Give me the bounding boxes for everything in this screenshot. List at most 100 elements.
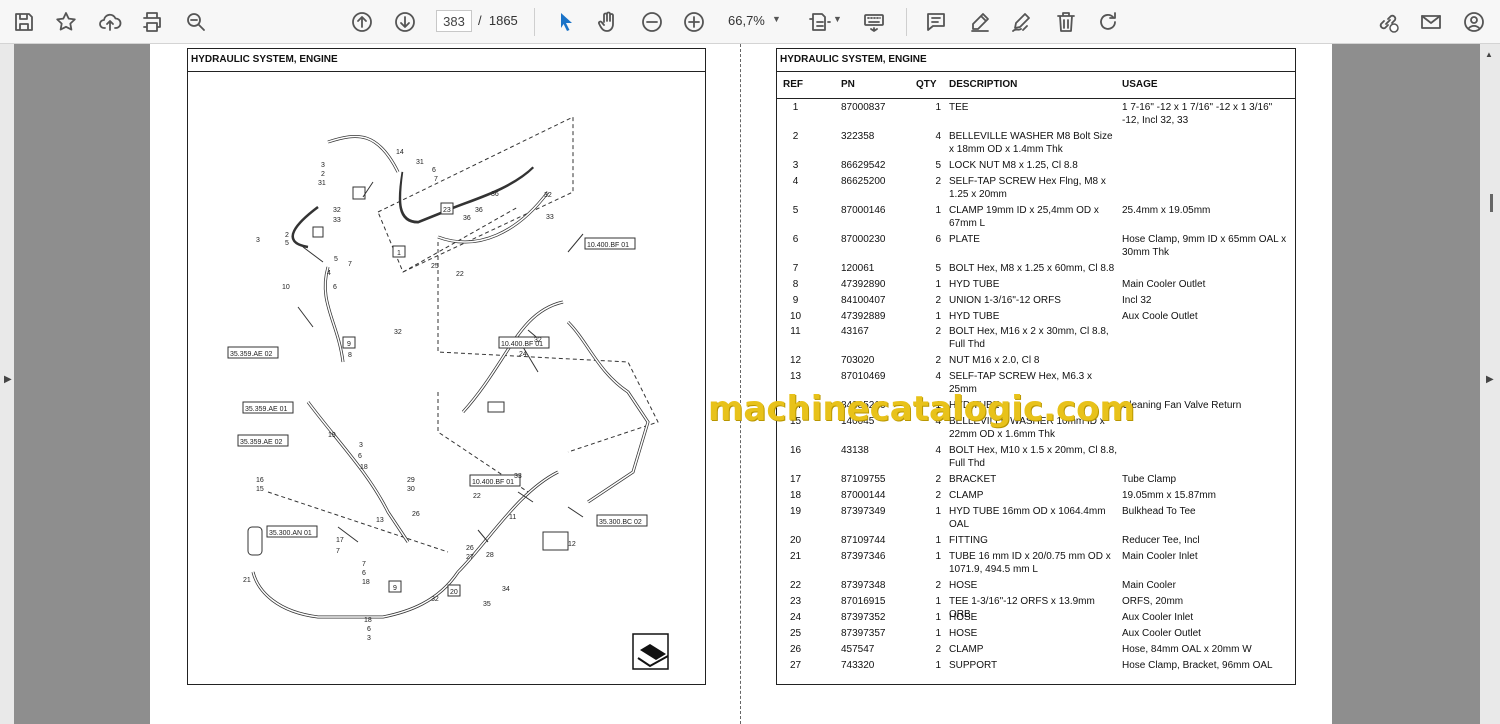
usage-cell: 25.4mm x 19.05mm bbox=[1122, 205, 1211, 216]
page-separator: / bbox=[478, 13, 482, 28]
zoom-in-icon[interactable] bbox=[678, 6, 710, 38]
zoom-out-icon[interactable] bbox=[636, 6, 668, 38]
usage-cell: Main Cooler Inlet bbox=[1122, 551, 1198, 562]
description-cell: CLAMP 19mm ID x 25,4mm OD x 67mm L bbox=[949, 205, 1099, 229]
highlight-pen-icon[interactable] bbox=[964, 6, 996, 38]
part-number-cell: 87397352 bbox=[841, 612, 886, 623]
exploded-parts-diagram: 35.359.AE 02 35.359.AE 01 35.359.AE 02 1… bbox=[227, 116, 669, 670]
hand-tool-icon[interactable] bbox=[592, 6, 624, 38]
ref-cell: 6 bbox=[792, 234, 799, 245]
scrollbar-thumb[interactable] bbox=[1490, 194, 1493, 212]
account-icon[interactable] bbox=[1458, 6, 1490, 38]
svg-text:32: 32 bbox=[333, 207, 341, 214]
description-cell: PLATE bbox=[949, 234, 980, 245]
ref-cell: 16 bbox=[789, 445, 802, 456]
ref-cell: 11 bbox=[790, 326, 801, 337]
expand-right-icon[interactable]: ▶ bbox=[1486, 374, 1494, 385]
keyboard-icon[interactable] bbox=[858, 6, 890, 38]
svg-text:19: 19 bbox=[328, 432, 336, 439]
page-total-value: 1865 bbox=[488, 13, 518, 28]
ref-cell: 23 bbox=[789, 596, 802, 607]
left-panel-toggle[interactable]: ▶ bbox=[0, 44, 14, 724]
usage-cell: Hose, 84mm OAL x 20mm W bbox=[1122, 644, 1252, 655]
expand-left-icon[interactable]: ▶ bbox=[4, 374, 12, 385]
svg-text:6: 6 bbox=[362, 570, 366, 577]
qty-cell: 2 bbox=[935, 644, 941, 655]
qty-cell: 2 bbox=[935, 295, 941, 306]
qty-cell: 1 bbox=[935, 205, 941, 216]
col-qty: QTY bbox=[916, 79, 937, 90]
document-viewer[interactable]: ▶ HYDRAULIC SYSTEM, ENGINE 35.359.AE 02 … bbox=[0, 44, 1500, 724]
svg-text:7: 7 bbox=[434, 176, 438, 183]
page-number-input[interactable]: 383 bbox=[436, 10, 472, 32]
watermark: machinecatalogic.com bbox=[708, 389, 1135, 429]
col-ref: REF bbox=[783, 79, 803, 90]
page-up-icon[interactable] bbox=[346, 6, 378, 38]
col-pn: PN bbox=[841, 79, 855, 90]
svg-text:3: 3 bbox=[321, 162, 325, 169]
comment-icon[interactable] bbox=[920, 6, 952, 38]
usage-cell: Hose Clamp, Bracket, 96mm OAL bbox=[1122, 660, 1273, 671]
svg-text:3: 3 bbox=[367, 635, 371, 642]
qty-cell: 2 bbox=[935, 490, 941, 501]
svg-text:26: 26 bbox=[412, 511, 420, 518]
svg-text:18: 18 bbox=[364, 617, 372, 624]
sign-icon[interactable] bbox=[1006, 6, 1038, 38]
select-cursor-icon[interactable] bbox=[550, 6, 582, 38]
diagram-frame: HYDRAULIC SYSTEM, ENGINE 35.359.AE 02 35… bbox=[187, 48, 706, 685]
svg-text:3: 3 bbox=[359, 442, 363, 449]
boxed-ref: 9 bbox=[393, 585, 397, 592]
part-number-cell: 457547 bbox=[841, 644, 875, 655]
svg-text:8: 8 bbox=[348, 352, 352, 359]
print-icon[interactable] bbox=[136, 6, 168, 38]
upload-cloud-icon[interactable] bbox=[94, 6, 126, 38]
vertical-scrollbar[interactable]: ▲ ▶ bbox=[1480, 44, 1500, 724]
description-cell: BRACKET bbox=[949, 474, 997, 485]
svg-text:7: 7 bbox=[348, 261, 352, 268]
svg-text:16: 16 bbox=[256, 477, 264, 484]
diagram-title: HYDRAULIC SYSTEM, ENGINE bbox=[188, 49, 705, 72]
chevron-down-icon[interactable]: ▼ bbox=[833, 14, 842, 24]
link-icon[interactable] bbox=[1372, 6, 1404, 38]
rotate-icon[interactable] bbox=[1092, 6, 1124, 38]
usage-cell: Aux Cooler Outlet bbox=[1122, 628, 1201, 639]
svg-text:30: 30 bbox=[407, 486, 415, 493]
scroll-up-icon[interactable]: ▲ bbox=[1485, 50, 1493, 59]
page-down-icon[interactable] bbox=[389, 6, 421, 38]
ref-cell: 5 bbox=[792, 205, 799, 216]
svg-text:26: 26 bbox=[466, 545, 474, 552]
description-cell: BELLEVILLE WASHER M8 Bolt Size x 18mm OD… bbox=[949, 131, 1113, 155]
delete-icon[interactable] bbox=[1050, 6, 1082, 38]
part-number-cell: 87397346 bbox=[841, 551, 886, 562]
part-number-cell: 43167 bbox=[841, 326, 869, 337]
ref-cell: 9 bbox=[792, 295, 799, 306]
svg-text:32: 32 bbox=[534, 337, 542, 344]
boxed-ref: 1 bbox=[397, 250, 401, 257]
qty-cell: 5 bbox=[935, 263, 941, 274]
part-number-cell: 87000144 bbox=[841, 490, 886, 501]
col-description: DESCRIPTION bbox=[949, 79, 1018, 90]
part-number-cell: 87397349 bbox=[841, 506, 886, 517]
qty-cell: 1 bbox=[935, 506, 941, 517]
ref-cell: 3 bbox=[792, 160, 799, 171]
usage-cell: 1 7-16" -12 x 1 7/16" -12 x 1 3/16" -12,… bbox=[1122, 102, 1273, 126]
svg-text:14: 14 bbox=[396, 149, 404, 156]
save-icon[interactable] bbox=[8, 6, 40, 38]
chevron-down-icon[interactable]: ▼ bbox=[772, 14, 781, 24]
ref-cell: 17 bbox=[789, 474, 802, 485]
svg-text:35: 35 bbox=[483, 601, 491, 608]
ref-cell: 8 bbox=[792, 279, 799, 290]
mail-icon[interactable] bbox=[1415, 6, 1447, 38]
bookmark-star-icon[interactable] bbox=[50, 6, 82, 38]
svg-text:32: 32 bbox=[394, 329, 402, 336]
fit-page-icon[interactable] bbox=[804, 6, 836, 38]
zoom-search-icon[interactable] bbox=[180, 6, 212, 38]
part-number-cell: 87109744 bbox=[841, 535, 886, 546]
part-number-cell: 743320 bbox=[841, 660, 875, 671]
svg-text:11: 11 bbox=[509, 514, 516, 521]
qty-cell: 2 bbox=[935, 474, 941, 485]
description-cell: BOLT Hex, M10 x 1.5 x 20mm, Cl 8.8, Full… bbox=[949, 445, 1118, 469]
usage-cell: Tube Clamp bbox=[1122, 474, 1177, 485]
usage-cell: Hose Clamp, 9mm ID x 65mm OAL x 30mm Thk bbox=[1122, 234, 1287, 258]
qty-cell: 1 bbox=[935, 279, 941, 290]
